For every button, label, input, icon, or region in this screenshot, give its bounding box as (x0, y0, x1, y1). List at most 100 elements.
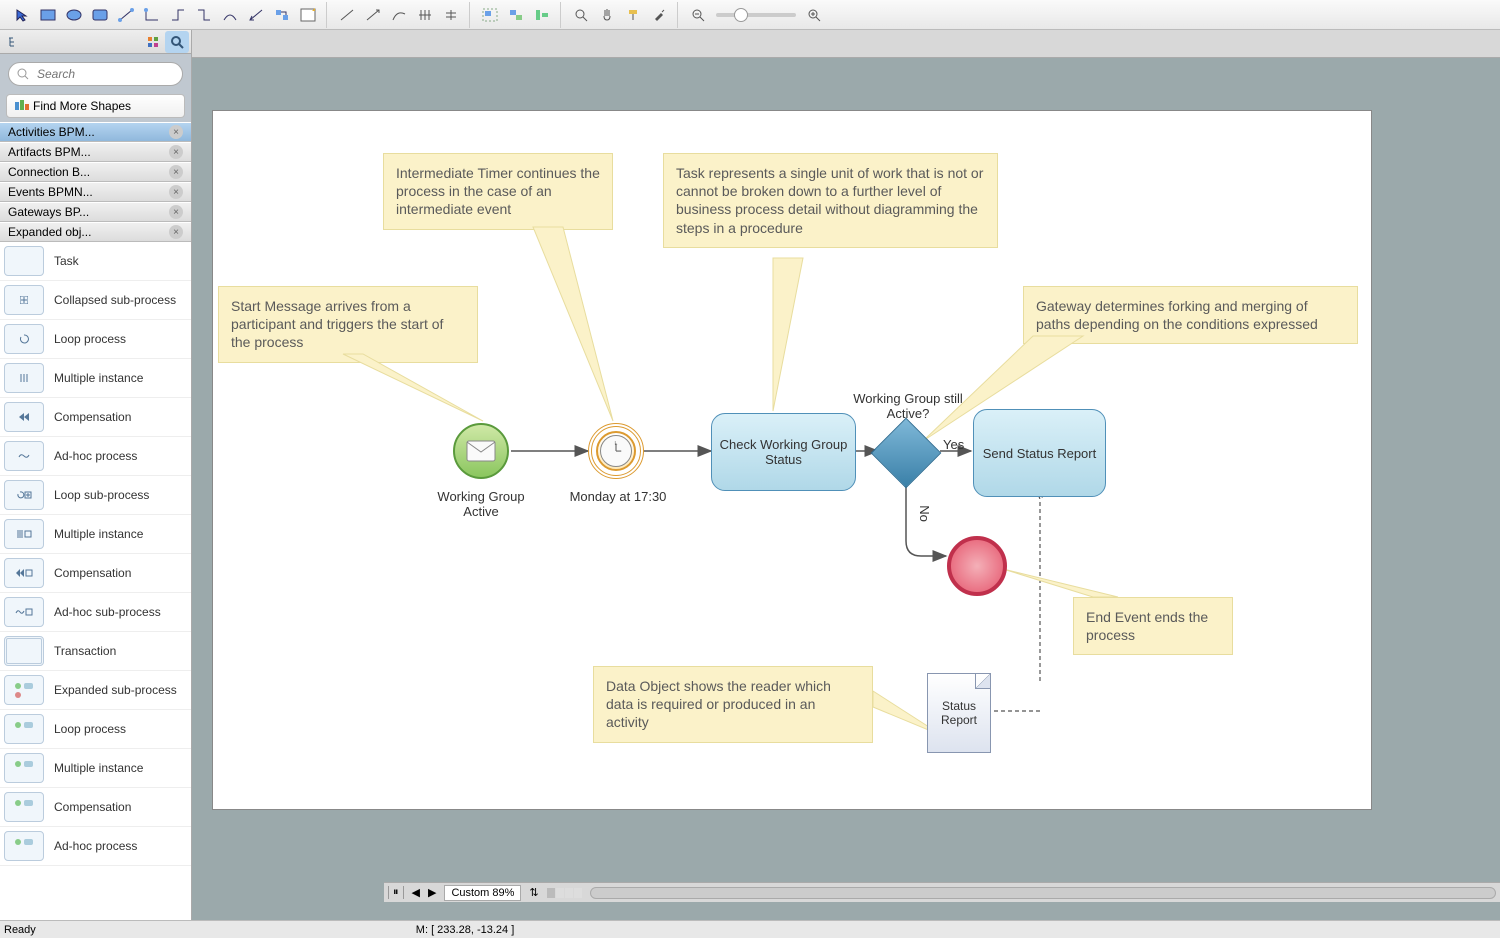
line-tool-5[interactable] (439, 4, 463, 26)
align-tool[interactable] (530, 4, 554, 26)
canvas-bottom-bar: ⏸ ◀ ▶ Custom 89% ⇅ (384, 882, 1500, 902)
close-icon[interactable]: × (169, 145, 183, 159)
ellipse-tool[interactable] (62, 4, 86, 26)
canvas-area: Start Message arrives from a participant… (192, 30, 1500, 920)
shape-adhoc[interactable]: Ad-hoc process (0, 437, 191, 476)
toolbar-group-lines (329, 2, 470, 28)
shape-loop-2[interactable]: Loop process (0, 710, 191, 749)
gateway[interactable] (871, 418, 941, 488)
line-tool-2[interactable] (361, 4, 385, 26)
lib-connection[interactable]: Connection B...× (0, 162, 191, 182)
zoom-level[interactable]: Custom 89% (444, 885, 521, 901)
timer-event-label: Monday at 17:30 (568, 489, 668, 504)
shape-palette: Task Collapsed sub-process Loop process … (0, 242, 191, 920)
nav-prev[interactable]: ◀ (412, 886, 420, 899)
shapes-sidebar: Find More Shapes Activities BPM...× Arti… (0, 30, 192, 920)
note-timer: Intermediate Timer continues the process… (383, 153, 613, 230)
line-tool-4[interactable] (413, 4, 437, 26)
shape-adhoc-2[interactable]: Ad-hoc process (0, 827, 191, 866)
task-send-report[interactable]: Send Status Report (973, 409, 1106, 497)
pause-icon[interactable]: ⏸ (388, 886, 404, 899)
connector-tool-7[interactable] (270, 4, 294, 26)
data-object-status-report[interactable]: Status Report (927, 673, 991, 753)
edge-no-label: No (917, 505, 932, 522)
lib-artifacts[interactable]: Artifacts BPM...× (0, 142, 191, 162)
shape-expanded-sub[interactable]: Expanded sub-process (0, 671, 191, 710)
connector-tool-5[interactable] (218, 4, 242, 26)
note-task: Task represents a single unit of work th… (663, 153, 998, 248)
search-input[interactable] (8, 62, 183, 86)
ungroup-tool[interactable] (504, 4, 528, 26)
shape-task[interactable]: Task (0, 242, 191, 281)
shape-compensation-2[interactable]: Compensation (0, 554, 191, 593)
lib-gateways[interactable]: Gateways BP...× (0, 202, 191, 222)
mouse-coordinates: M: [ 233.28, -13.24 ] (416, 924, 514, 936)
close-icon[interactable]: × (169, 165, 183, 179)
library-list: Activities BPM...× Artifacts BPM...× Con… (0, 122, 191, 242)
lib-events[interactable]: Events BPMN...× (0, 182, 191, 202)
toolbar-group-zoom (680, 2, 832, 28)
toolbar-group-shapes (4, 2, 327, 28)
end-event[interactable] (947, 536, 1007, 596)
pan-tool[interactable] (595, 4, 619, 26)
eyedropper-tool[interactable] (647, 4, 671, 26)
start-event-label: Working Group Active (431, 489, 531, 519)
shape-adhoc-sub[interactable]: Ad-hoc sub-process (0, 593, 191, 632)
zoom-in-button[interactable] (802, 4, 826, 26)
lib-activities[interactable]: Activities BPM...× (0, 122, 191, 142)
horizontal-scrollbar[interactable] (590, 887, 1496, 899)
search-icon (16, 67, 30, 81)
toolbar-group-view (563, 2, 678, 28)
zoom-slider[interactable] (716, 13, 796, 17)
connector-tool-1[interactable] (114, 4, 138, 26)
rect-tool[interactable] (36, 4, 60, 26)
diagram-canvas[interactable]: Start Message arrives from a participant… (212, 110, 1372, 810)
connector-tool-4[interactable] (192, 4, 216, 26)
close-icon[interactable]: × (169, 205, 183, 219)
close-icon[interactable]: × (169, 125, 183, 139)
rounded-rect-tool[interactable] (88, 4, 112, 26)
search-tab[interactable] (165, 31, 189, 53)
shape-transaction[interactable]: Transaction (0, 632, 191, 671)
shape-collapsed-sub[interactable]: Collapsed sub-process (0, 281, 191, 320)
zoom-out-button[interactable] (686, 4, 710, 26)
shape-compensation[interactable]: Compensation (0, 398, 191, 437)
note-data-object: Data Object shows the reader which data … (593, 666, 873, 743)
search-row (0, 54, 191, 94)
format-painter[interactable] (621, 4, 645, 26)
connector-tool-3[interactable] (166, 4, 190, 26)
group-tool[interactable] (478, 4, 502, 26)
lib-expanded[interactable]: Expanded obj...× (0, 222, 191, 242)
close-icon[interactable]: × (169, 185, 183, 199)
task-check-status[interactable]: Check Working Group Status (711, 413, 856, 491)
insert-object-tool[interactable] (296, 4, 320, 26)
shape-multi[interactable]: Multiple instance (0, 359, 191, 398)
find-more-shapes-button[interactable]: Find More Shapes (6, 94, 185, 118)
nav-next[interactable]: ▶ (428, 886, 436, 899)
shape-multi-3[interactable]: Multiple instance (0, 749, 191, 788)
pointer-tool[interactable] (10, 4, 34, 26)
connector-tool-2[interactable] (140, 4, 164, 26)
svg-text:L: L (615, 441, 618, 447)
canvas-tabs (192, 30, 1500, 58)
status-ready: Ready (4, 924, 36, 936)
shape-multi-2[interactable]: Multiple instance (0, 515, 191, 554)
top-toolbar (0, 0, 1500, 30)
line-tool-1[interactable] (335, 4, 359, 26)
tree-view-tab[interactable] (2, 31, 26, 53)
start-event[interactable] (453, 423, 509, 479)
shape-loop-sub[interactable]: Loop sub-process (0, 476, 191, 515)
find-shapes-label: Find More Shapes (33, 99, 131, 113)
grid-view-tab[interactable] (141, 31, 165, 53)
shape-compensation-3[interactable]: Compensation (0, 788, 191, 827)
close-icon[interactable]: × (169, 225, 183, 239)
edge-yes-label: Yes (943, 437, 964, 452)
status-bar: Ready M: [ 233.28, -13.24 ] (0, 920, 1500, 938)
gateway-label: Working Group still Active? (853, 391, 963, 421)
connector-tool-6[interactable] (244, 4, 268, 26)
shape-loop[interactable]: Loop process (0, 320, 191, 359)
zoom-stepper[interactable]: ⇅ (529, 886, 538, 899)
line-tool-3[interactable] (387, 4, 411, 26)
zoom-tool[interactable] (569, 4, 593, 26)
timer-event[interactable]: L (588, 423, 644, 479)
